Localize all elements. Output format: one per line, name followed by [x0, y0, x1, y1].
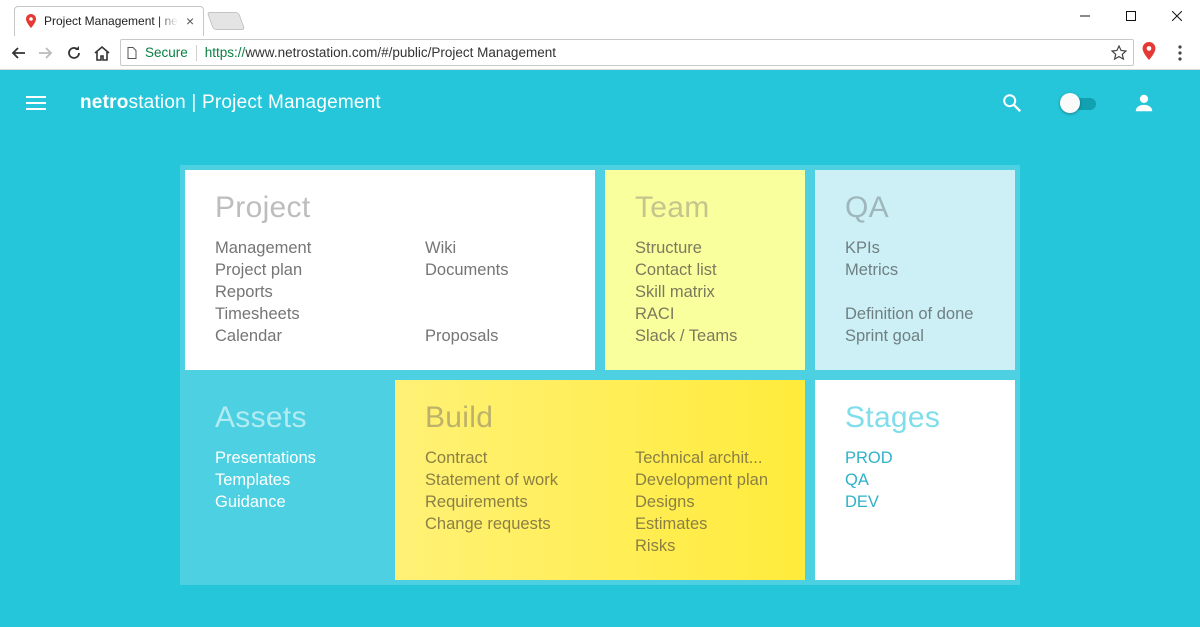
- build-item-risks[interactable]: Risks: [635, 535, 768, 557]
- project-right-column: Wiki Documents Proposals: [425, 237, 508, 347]
- assets-card: Assets Presentations Templates Guidance: [185, 380, 395, 580]
- project-item-management[interactable]: Management: [215, 237, 425, 259]
- reload-icon: [68, 46, 80, 59]
- minimize-icon: [1080, 15, 1090, 17]
- stages-card-title[interactable]: Stages: [845, 400, 1015, 436]
- build-item-change-requests[interactable]: Change requests: [425, 513, 635, 535]
- team-item-skill-matrix[interactable]: Skill matrix: [635, 281, 805, 303]
- team-item-structure[interactable]: Structure: [635, 237, 805, 259]
- project-item-timesheets[interactable]: Timesheets: [215, 303, 425, 325]
- project-item-wiki[interactable]: Wiki: [425, 237, 508, 259]
- extension-pin-icon[interactable]: [1142, 42, 1156, 60]
- project-item-project-plan[interactable]: Project plan: [215, 259, 425, 281]
- brand-light: station: [128, 92, 186, 113]
- qa-item-empty: [845, 281, 1015, 303]
- back-button[interactable]: [6, 41, 30, 65]
- theme-toggle[interactable]: [1060, 93, 1096, 113]
- new-tab-button[interactable]: [206, 12, 246, 30]
- reload-button[interactable]: [62, 41, 86, 65]
- address-divider: [195, 44, 197, 61]
- bookmark-star-icon[interactable]: [1111, 45, 1127, 61]
- project-item-empty: [425, 281, 508, 303]
- minimize-button[interactable]: [1062, 0, 1108, 32]
- close-window-button[interactable]: [1154, 0, 1200, 32]
- browser-toolbar: Secure https://www.netrostation.com/#/pu…: [0, 36, 1200, 70]
- stages-item-dev[interactable]: DEV: [845, 491, 1015, 513]
- address-bar[interactable]: Secure https://www.netrostation.com/#/pu…: [120, 39, 1134, 66]
- page-icon: [127, 46, 137, 59]
- project-item-proposals[interactable]: Proposals: [425, 325, 508, 347]
- more-vert-icon[interactable]: [1178, 45, 1182, 61]
- maximize-icon: [1126, 11, 1136, 21]
- url-scheme: https://: [204, 45, 246, 60]
- arrow-left-icon: [11, 47, 25, 59]
- browser-tabstrip: Project Management | netrostation ×: [0, 0, 1200, 36]
- toggle-knob: [1060, 93, 1080, 113]
- qa-item-metrics[interactable]: Metrics: [845, 259, 1015, 281]
- qa-card: QA KPIs Metrics Definition of done Sprin…: [815, 170, 1015, 370]
- tab-title: Project Management | netrostation: [44, 14, 178, 28]
- qa-item-kpis[interactable]: KPIs: [845, 237, 1015, 259]
- build-item-technical-architecture[interactable]: Technical archit...: [635, 447, 768, 469]
- account-icon[interactable]: [1133, 92, 1155, 114]
- project-card-title[interactable]: Project: [215, 190, 595, 226]
- stages-item-qa[interactable]: QA: [845, 469, 1015, 491]
- qa-card-title[interactable]: QA: [845, 190, 1015, 226]
- home-button[interactable]: [90, 41, 114, 65]
- build-right-column: Technical archit... Development plan Des…: [635, 447, 768, 557]
- browser-tab[interactable]: Project Management | netrostation ×: [14, 6, 204, 36]
- assets-item-guidance[interactable]: Guidance: [215, 491, 395, 513]
- build-card-title[interactable]: Build: [425, 400, 805, 436]
- project-item-reports[interactable]: Reports: [215, 281, 425, 303]
- assets-card-title[interactable]: Assets: [215, 400, 395, 436]
- url-path: www.netrostation.com/#/public/Project Ma…: [245, 45, 556, 60]
- qa-item-sprint-goal[interactable]: Sprint goal: [845, 325, 1015, 347]
- build-item-statement-of-work[interactable]: Statement of work: [425, 469, 635, 491]
- brand-bold: netro: [80, 92, 129, 113]
- qa-item-definition-of-done[interactable]: Definition of done: [845, 303, 1015, 325]
- brand-page: | Project Management: [185, 92, 381, 113]
- url-text: https://www.netrostation.com/#/public/Pr…: [205, 45, 556, 60]
- secure-indicator[interactable]: Secure: [127, 45, 188, 60]
- maximize-button[interactable]: [1108, 0, 1154, 32]
- project-card: Project Management Project plan Reports …: [185, 170, 595, 370]
- search-icon[interactable]: [1001, 92, 1023, 114]
- arrow-right-icon: [39, 47, 53, 59]
- secure-label: Secure: [145, 45, 188, 60]
- build-card: Build Contract Statement of work Require…: [395, 380, 805, 580]
- team-item-raci[interactable]: RACI: [635, 303, 805, 325]
- project-left-column: Management Project plan Reports Timeshee…: [215, 237, 425, 347]
- app-bar: netrostation | Project Management: [0, 71, 1200, 135]
- build-item-designs[interactable]: Designs: [635, 491, 768, 513]
- project-item-documents[interactable]: Documents: [425, 259, 508, 281]
- location-pin-icon: [26, 14, 36, 28]
- build-item-estimates[interactable]: Estimates: [635, 513, 768, 535]
- project-item-calendar[interactable]: Calendar: [215, 325, 425, 347]
- project-item-empty: [425, 303, 508, 325]
- assets-item-templates[interactable]: Templates: [215, 469, 395, 491]
- build-left-column: Contract Statement of work Requirements …: [425, 447, 635, 557]
- forward-button[interactable]: [34, 41, 58, 65]
- team-item-slack-teams[interactable]: Slack / Teams: [635, 325, 805, 347]
- build-item-contract[interactable]: Contract: [425, 447, 635, 469]
- assets-item-presentations[interactable]: Presentations: [215, 447, 395, 469]
- app-title[interactable]: netrostation | Project Management: [80, 92, 381, 114]
- team-card-title[interactable]: Team: [635, 190, 805, 226]
- build-item-development-plan[interactable]: Development plan: [635, 469, 768, 491]
- project-board: Project Management Project plan Reports …: [180, 165, 1020, 585]
- build-item-requirements[interactable]: Requirements: [425, 491, 635, 513]
- hamburger-menu-icon[interactable]: [24, 93, 48, 113]
- team-card: Team Structure Contact list Skill matrix…: [605, 170, 805, 370]
- close-icon: [1172, 11, 1182, 21]
- stages-card: Stages PROD QA DEV: [815, 380, 1015, 580]
- team-item-contact-list[interactable]: Contact list: [635, 259, 805, 281]
- tab-close-icon[interactable]: ×: [186, 14, 194, 28]
- home-icon: [94, 45, 110, 61]
- stages-item-prod[interactable]: PROD: [845, 447, 1015, 469]
